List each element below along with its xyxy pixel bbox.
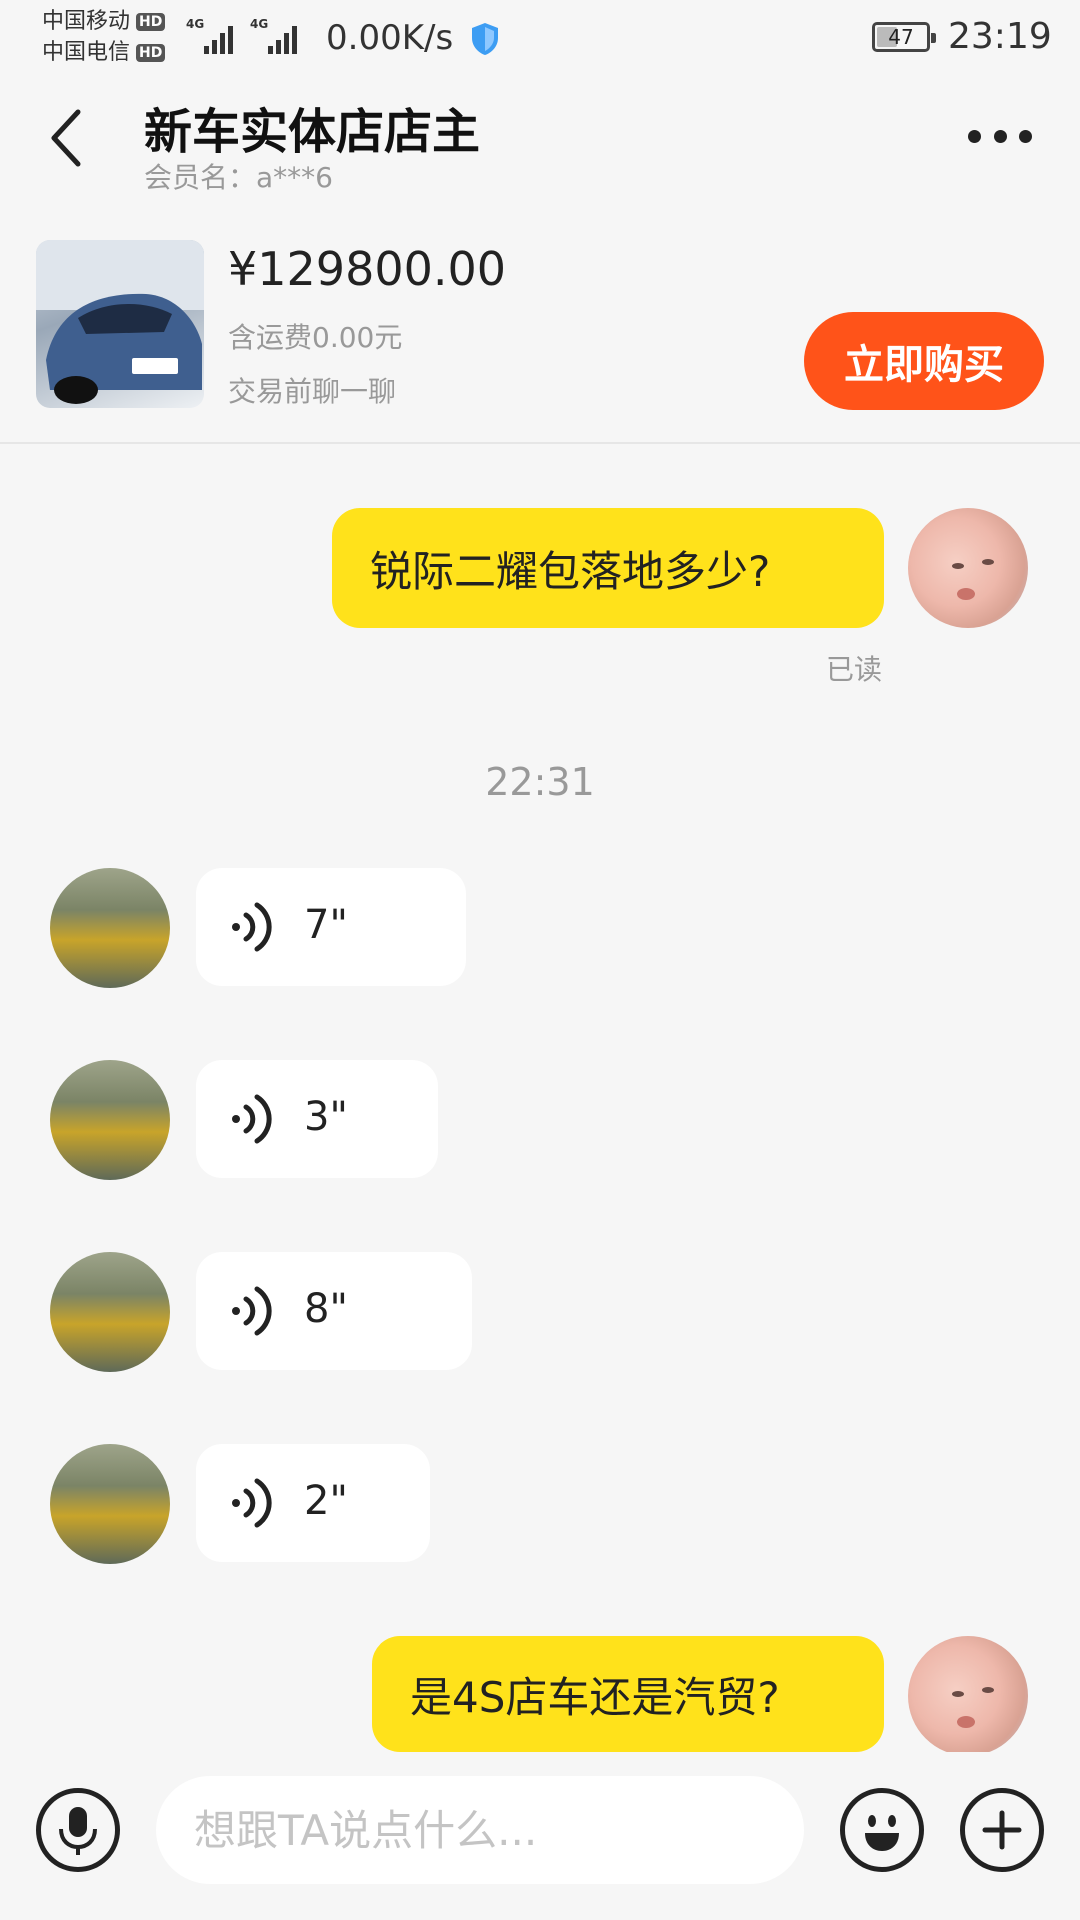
carrier-2-label: 中国电信 [42,40,131,65]
chat-screen: 中国移动 HD 中国电信 HD 4G 4G 0.00K/s 47 23:19 新… [0,0,1080,1920]
product-image[interactable] [36,240,204,408]
voice-message[interactable]: 2" [196,1444,430,1562]
voice-duration: 3" [304,1094,348,1140]
avatar[interactable] [50,868,170,988]
status-bar: 中国移动 HD 中国电信 HD 4G 4G 0.00K/s 47 23:19 [0,0,1080,78]
battery-level: 47 [888,25,914,49]
voice-duration: 2" [304,1478,348,1524]
voice-wave-icon [232,1478,272,1528]
avatar[interactable] [908,1636,1028,1756]
voice-message[interactable]: 8" [196,1252,472,1370]
voice-duration: 7" [304,902,348,948]
product-card[interactable]: ¥129800.00 含运费0.00元 交易前聊一聊 立即购买 [0,220,1080,444]
signal-icon: 4G [186,17,233,54]
hd-badge: HD [136,43,166,62]
microphone-button[interactable] [36,1788,120,1872]
net-speed: 0.00K/s [326,18,454,58]
voice-wave-icon [232,1286,272,1336]
carrier-info: 中国移动 HD 中国电信 HD [42,6,166,68]
back-arrow-icon[interactable] [44,106,88,170]
chat-header: 新车实体店店主 会员名：a***6 [0,84,1080,194]
svg-text:4G: 4G [186,17,204,31]
voice-message[interactable]: 7" [196,868,466,986]
message-text: 是4S店车还是汽贸? [410,1672,780,1722]
voice-message[interactable]: 3" [196,1060,438,1178]
voice-wave-icon [232,1094,272,1144]
shield-icon [472,23,498,55]
voice-duration: 8" [304,1286,348,1332]
message-input[interactable] [156,1776,804,1884]
signal-icon: 4G [250,17,297,54]
chat-hint: 交易前聊一聊 [228,375,397,408]
buy-now-button[interactable]: 立即购买 [804,312,1044,410]
page-title: 新车实体店店主 [144,104,481,160]
chat-timestamp: 22:31 [485,760,595,804]
battery-icon: 47 [872,22,936,52]
shipping-fee: 含运费0.00元 [228,321,403,354]
product-price: ¥129800.00 [228,242,507,296]
plus-icon [982,1810,1022,1850]
message-text: 锐际二耀包落地多少? [370,546,771,596]
message-bubble-sent[interactable]: 锐际二耀包落地多少? [332,508,884,628]
read-status: 已读 [826,653,883,686]
member-name: 会员名：a***6 [144,161,333,194]
status-clock: 23:19 [948,16,1052,57]
microphone-icon [59,1807,97,1855]
more-options-icon[interactable] [968,124,1032,148]
carrier-1-label: 中国移动 [42,9,131,34]
avatar[interactable] [50,1252,170,1372]
avatar[interactable] [908,508,1028,628]
add-attachment-button[interactable] [960,1788,1044,1872]
avatar[interactable] [50,1444,170,1564]
signal-icons: 4G 4G [186,16,306,56]
hd-badge: HD [136,12,166,31]
avatar[interactable] [50,1060,170,1180]
emoji-button[interactable] [840,1788,924,1872]
svg-text:4G: 4G [250,17,268,31]
voice-wave-icon [232,902,272,952]
input-bar [0,1752,1080,1920]
smiley-icon [865,1815,899,1851]
message-bubble-sent[interactable]: 是4S店车还是汽贸? [372,1636,884,1752]
